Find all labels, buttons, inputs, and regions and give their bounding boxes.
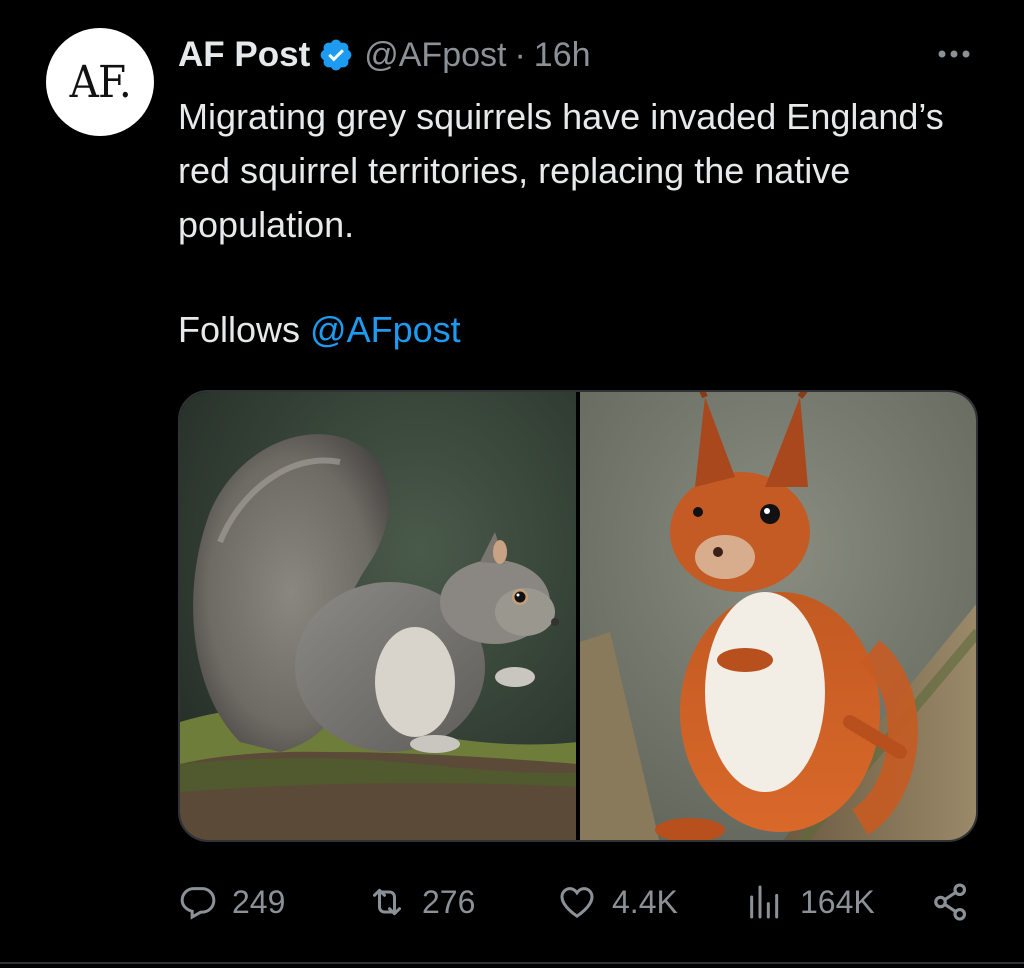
timestamp[interactable]: 16h xyxy=(534,36,591,75)
share-button[interactable] xyxy=(930,870,972,934)
repost-count: 276 xyxy=(422,883,476,920)
avatar-logo-text: AF. xyxy=(69,56,131,108)
reply-count: 249 xyxy=(232,883,286,920)
share-icon xyxy=(934,883,967,921)
more-icon[interactable] xyxy=(934,42,974,66)
reply-icon xyxy=(180,887,216,920)
tweet-header: AF Post @AFpost · 16h xyxy=(178,30,591,80)
tweet-actions: 249 276 4.4K 164K xyxy=(178,870,978,934)
tweet-text: Migrating grey squirrels have invaded En… xyxy=(178,96,944,245)
display-name[interactable]: AF Post xyxy=(178,35,310,75)
divider xyxy=(0,962,1024,964)
views-count: 164K xyxy=(800,883,875,920)
repost-icon xyxy=(373,888,401,916)
avatar[interactable]: AF. xyxy=(46,28,154,136)
separator-dot: · xyxy=(514,35,526,74)
views-button[interactable]: 164K xyxy=(744,870,875,934)
verified-icon[interactable] xyxy=(318,37,354,73)
follows-label: Follows xyxy=(178,309,301,350)
like-button[interactable]: 4.4K xyxy=(556,870,678,934)
like-count: 4.4K xyxy=(612,883,678,920)
follows-handle-link[interactable]: @AFpost xyxy=(310,309,461,350)
grey-squirrel-photo[interactable] xyxy=(180,392,577,840)
repost-button[interactable]: 276 xyxy=(366,870,475,934)
tweet: AF. AF Post @AFpost · 16h Migrating grey… xyxy=(0,0,1024,968)
reply-button[interactable]: 249 xyxy=(178,870,285,934)
media-grid xyxy=(178,390,978,842)
views-icon xyxy=(750,885,779,919)
handle[interactable]: @AFpost xyxy=(364,36,506,75)
follows-line: Follows @AFpost xyxy=(178,305,461,355)
red-squirrel-photo[interactable] xyxy=(580,392,976,840)
like-icon xyxy=(560,887,594,918)
